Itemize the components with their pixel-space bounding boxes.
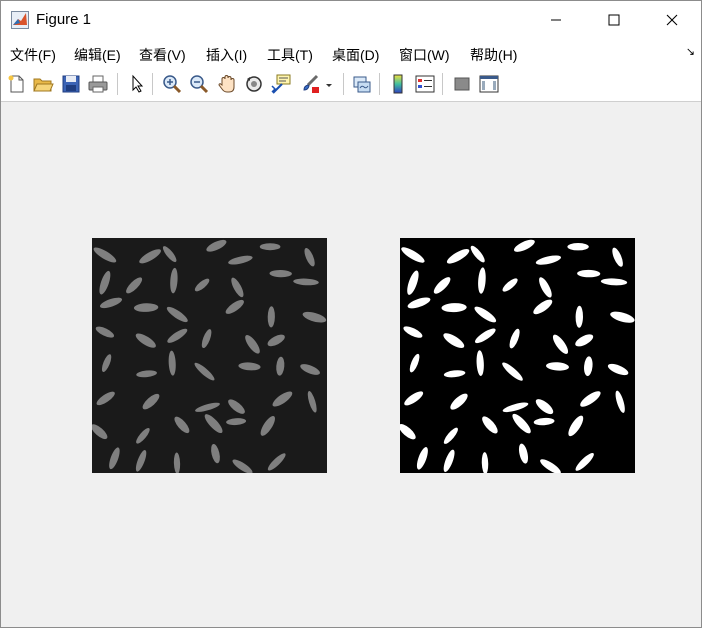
rice-grain xyxy=(259,243,281,251)
colorbar-icon[interactable] xyxy=(387,73,409,95)
maximize-button[interactable] xyxy=(585,1,643,39)
close-button[interactable] xyxy=(643,1,701,39)
axes-grayscale[interactable] xyxy=(92,238,327,473)
show-plot-tools-icon[interactable] xyxy=(478,73,500,95)
save-icon[interactable] xyxy=(60,73,82,95)
figure-toolbar xyxy=(1,67,701,102)
axes-binary[interactable] xyxy=(400,238,635,473)
maximize-icon xyxy=(608,14,620,26)
legend-icon[interactable] xyxy=(414,73,436,95)
figure-canvas[interactable] xyxy=(1,102,701,627)
menu-insert[interactable]: 插入(I) xyxy=(206,45,247,65)
menu-bar: 文件(F) 编辑(E) 查看(V) 插入(I) 工具(T) 桌面(D) 窗口(W… xyxy=(1,39,701,67)
zoom-out-icon[interactable] xyxy=(188,73,210,95)
zoom-in-icon[interactable] xyxy=(161,73,183,95)
menu-help[interactable]: 帮助(H) xyxy=(470,45,517,65)
rotate-3d-icon[interactable] xyxy=(243,73,265,95)
close-icon xyxy=(666,14,678,26)
print-icon[interactable] xyxy=(87,73,109,95)
pan-hand-icon[interactable] xyxy=(216,73,238,95)
toolbar-separator xyxy=(442,73,443,95)
figure-window: Figure 1 文件(F) 编辑(E) 查看(V) 插入(I) 工具(T) 桌… xyxy=(0,0,702,628)
dock-arrow-icon[interactable]: ↘ xyxy=(686,45,695,58)
chevron-down-icon[interactable] xyxy=(323,73,335,95)
toolbar-separator xyxy=(152,73,153,95)
title-bar[interactable]: Figure 1 xyxy=(1,1,701,39)
window-title: Figure 1 xyxy=(36,11,92,28)
grayscale-rice-image xyxy=(92,238,327,473)
toolbar-separator xyxy=(379,73,380,95)
toolbar-separator xyxy=(117,73,118,95)
data-cursor-icon[interactable] xyxy=(270,73,292,95)
matlab-logo-icon xyxy=(11,11,29,29)
open-file-icon[interactable] xyxy=(32,73,54,95)
menu-desktop[interactable]: 桌面(D) xyxy=(332,45,379,65)
select-arrow-icon[interactable] xyxy=(126,73,148,95)
brush-icon[interactable] xyxy=(299,73,321,95)
menu-view[interactable]: 查看(V) xyxy=(139,45,186,65)
rice-grain xyxy=(567,243,589,251)
hide-plot-tools-icon[interactable] xyxy=(451,73,473,95)
menu-edit[interactable]: 编辑(E) xyxy=(74,45,121,65)
binary-rice-image xyxy=(400,238,635,473)
minimize-button[interactable] xyxy=(527,1,585,39)
minimize-icon xyxy=(551,19,561,21)
menu-tools[interactable]: 工具(T) xyxy=(267,45,313,65)
menu-file[interactable]: 文件(F) xyxy=(10,45,56,65)
toolbar-separator xyxy=(343,73,344,95)
new-figure-icon[interactable] xyxy=(6,73,28,95)
link-plot-icon[interactable] xyxy=(351,73,373,95)
menu-window[interactable]: 窗口(W) xyxy=(399,45,450,65)
